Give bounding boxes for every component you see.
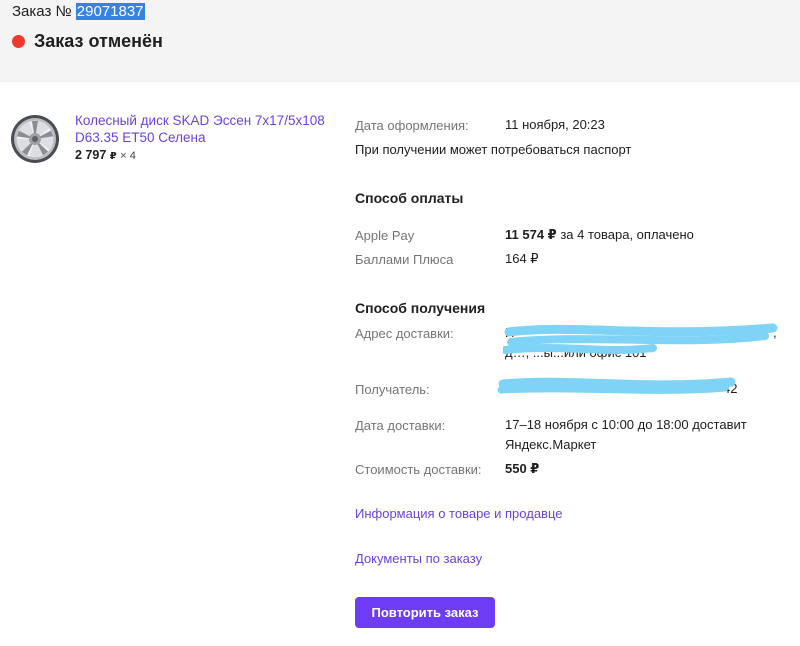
order-date-value: 11 ноября, 20:23 <box>505 117 605 132</box>
price-value: 2 797 <box>75 148 107 162</box>
payment-section-title: Способ оплаты <box>355 190 464 206</box>
wheel-rim-icon[interactable] <box>10 114 60 164</box>
delivery-date-value: 17–18 ноября с 10:00 до 18:00 доставит Я… <box>505 417 747 452</box>
payment-method-value: 11 574 ₽ за 4 товара, оплачено <box>505 225 694 245</box>
order-id[interactable]: 29071837 <box>75 3 145 20</box>
delivery-cost-label: Стоимость доставки: <box>355 462 482 477</box>
redaction-scribble-icon <box>503 323 778 354</box>
payment-note: за 4 товара, оплачено <box>556 227 694 242</box>
product-title-link[interactable]: Колесный диск SKAD Эссен 7x17/5x108 D63.… <box>75 112 325 146</box>
plus-points-value: 164 ₽ <box>505 251 539 266</box>
passport-note: При получении может потребоваться паспор… <box>355 142 632 157</box>
payment-amount: 11 574 ₽ <box>505 227 557 242</box>
delivery-address-label: Адрес доставки: <box>355 326 454 341</box>
recipient-label: Получатель: <box>355 382 430 397</box>
order-header: Заказ № 29071837 Заказ отменён <box>0 0 800 82</box>
repeat-order-button[interactable]: Повторить заказ <box>355 597 495 628</box>
price-quantity: × 4 <box>120 150 136 162</box>
product-info-link[interactable]: Информация о товаре и продавце <box>355 506 563 521</box>
delivery-section-title: Способ получения <box>355 300 486 316</box>
order-status: Заказ отменён <box>12 30 163 52</box>
order-number-line: Заказ № 29071837 <box>12 3 145 21</box>
price-currency: ₽ <box>109 151 117 162</box>
order-documents-link[interactable]: Документы по заказу <box>355 551 482 566</box>
order-date-label: Дата оформления: <box>355 118 469 133</box>
order-label: Заказ № <box>12 3 72 20</box>
redaction-scribble-icon <box>497 377 736 394</box>
delivery-cost-value: 550 ₽ <box>505 461 540 476</box>
delivery-date-label: Дата доставки: <box>355 418 446 433</box>
product-price: 2 797 ₽ × 4 <box>75 148 136 162</box>
payment-method-label: Apple Pay <box>355 228 415 243</box>
status-text: Заказ отменён <box>34 30 163 51</box>
plus-points-label: Баллами Плюса <box>355 252 454 267</box>
status-dot-icon <box>12 34 25 48</box>
